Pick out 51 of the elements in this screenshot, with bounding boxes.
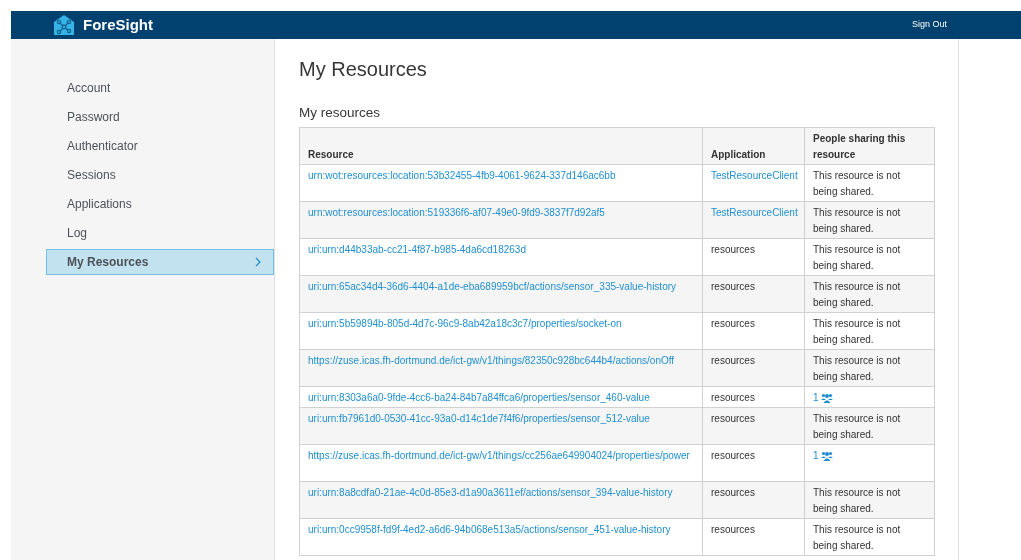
sharing-status: This resource is not being shared. <box>813 318 901 346</box>
sidebar-item[interactable]: My Resources <box>46 249 274 275</box>
application-name: resources <box>711 487 755 499</box>
sharing-status: This resource is not being shared. <box>813 170 901 198</box>
section-title: My resources <box>299 105 382 122</box>
resource-link[interactable]: https://zuse.icas.fh-dortmund.de/ict-gw/v1/things/82350c928bc644b4/actions/onOff <box>308 353 694 370</box>
page-title: My Resources <box>299 57 428 81</box>
resource-link[interactable]: uri:urn:5b59894b-805d-4d7c-96c9-8ab42a18c3c7/properties/socket-on <box>308 316 694 333</box>
sign-out-link[interactable]: Sign Out <box>911 18 947 32</box>
logo-icon <box>53 15 75 35</box>
resource-link[interactable]: uri:urn:65ac34d4-36d6-4404-a1de-eba689959bcf/actions/sensor_335-value-history <box>308 279 694 296</box>
application-link[interactable]: TestResourceClient <box>711 207 798 219</box>
sidebar-item[interactable]: Log <box>46 220 274 246</box>
sharing-status: This resource is not being shared. <box>813 355 901 383</box>
application-name: resources <box>711 450 755 462</box>
share-count-link[interactable]: 1 <box>813 448 819 465</box>
resource-link[interactable]: uri:urn:8a8cdfa0-21ae-4c0d-85e3-d1a90a3611ef/actions/sensor_394-value-history <box>308 485 694 502</box>
application-name: resources <box>711 392 755 404</box>
resource-link[interactable]: uri:urn:d44b33ab-cc21-4f87-b985-4da6cd18263d <box>308 242 694 259</box>
sharing-status: This resource is not being shared. <box>813 281 901 309</box>
resource-link[interactable]: urn:wot:resources:location:519336f6-af07-49e0-9fd9-3837f7d92af5 <box>308 205 694 222</box>
application-name: resources <box>711 355 755 367</box>
column-header: People sharing this resource <box>804 127 935 165</box>
sidebar-item[interactable]: Applications <box>46 191 274 217</box>
sidebar-item[interactable]: Sessions <box>46 162 274 188</box>
column-header: Resource <box>299 127 703 165</box>
sharing-status: This resource is not being shared. <box>813 487 901 515</box>
sharing-status: This resource is not being shared. <box>813 244 901 272</box>
brand-name: ForeSight <box>83 14 153 35</box>
application-name: resources <box>711 524 755 536</box>
sidebar-item[interactable]: Account <box>46 75 274 101</box>
sharing-status: This resource is not being shared. <box>813 207 901 235</box>
sharing-status: This resource is not being shared. <box>813 413 901 441</box>
chevron-right-icon <box>255 257 261 267</box>
column-header: Application <box>702 127 805 165</box>
share-count-link[interactable]: 1 <box>813 390 819 407</box>
sidebar-item[interactable]: Password <box>46 104 274 130</box>
resource-link[interactable]: uri:urn:fb7961d0-0530-41cc-93a0-d14c1de7f4f6/properties/sensor_512-value <box>308 411 694 428</box>
sharing-status: This resource is not being shared. <box>813 524 901 552</box>
resource-link[interactable]: https://zuse.icas.fh-dortmund.de/ict-gw/v1/things/cc256ae649904024/properties/power <box>308 448 694 465</box>
resource-link[interactable]: uri:urn:8303a6a0-9fde-4cc6-ba24-84b7a84ffca6/properties/sensor_460-value <box>308 390 694 407</box>
sidebar-item[interactable]: Authenticator <box>46 133 274 159</box>
users-icon <box>820 451 833 462</box>
resource-link[interactable]: urn:wot:resources:location:53b32455-4fb9-4061-9624-337d146ac6bb <box>308 168 694 185</box>
application-name: resources <box>711 281 755 293</box>
users-icon <box>820 393 833 404</box>
application-name: resources <box>711 413 755 425</box>
application-name: resources <box>711 244 755 256</box>
application-link[interactable]: TestResourceClient <box>711 170 798 182</box>
application-name: resources <box>711 318 755 330</box>
resource-link[interactable]: uri:urn:0cc9958f-fd9f-4ed2-a6d6-94b068e513a5/actions/sensor_451-value-history <box>308 522 694 539</box>
